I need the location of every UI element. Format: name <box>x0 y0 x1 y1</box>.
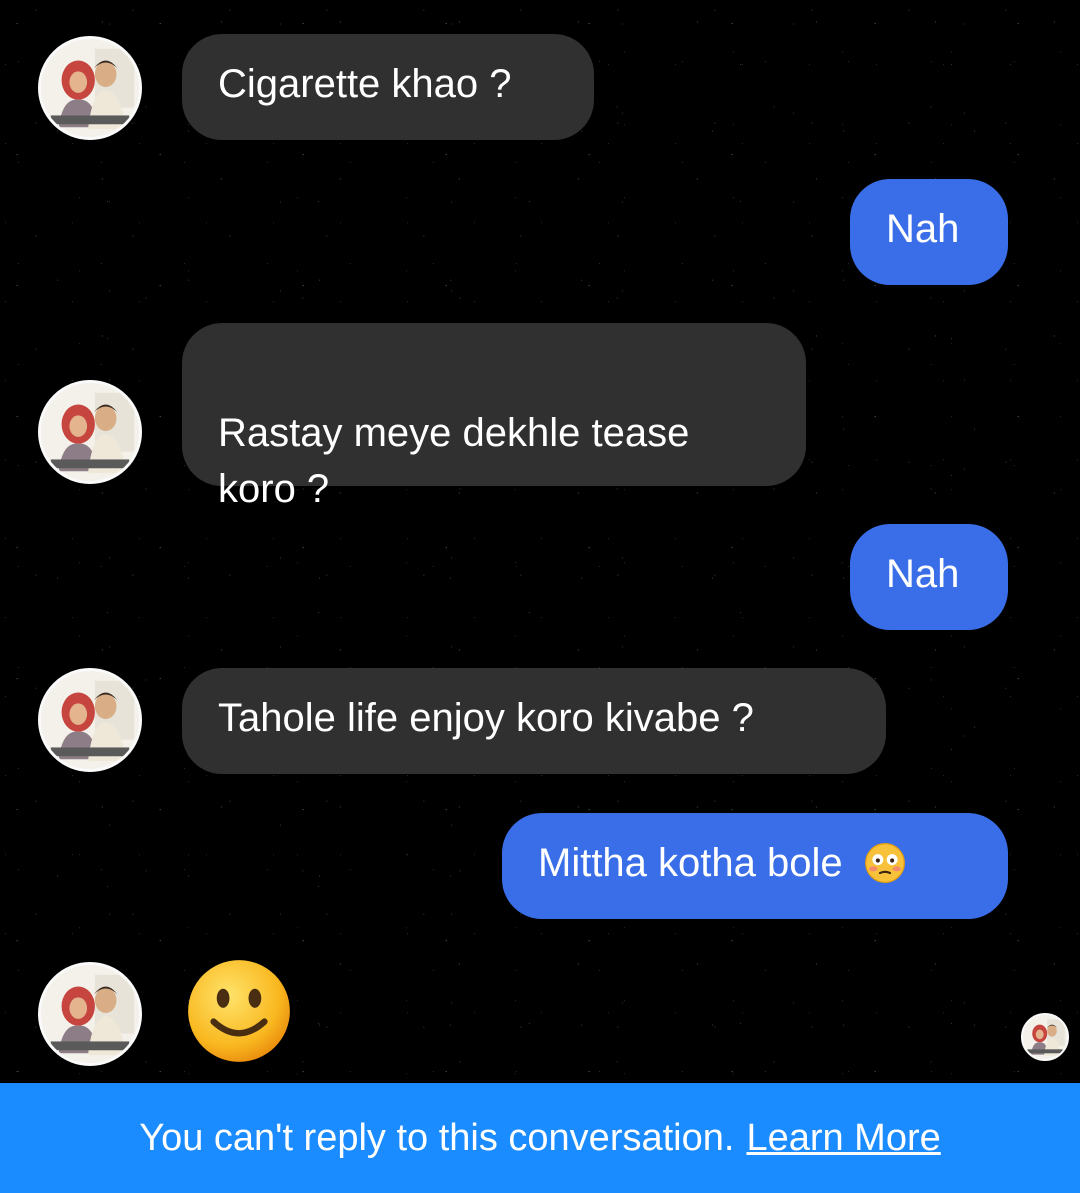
avatar-photo-icon <box>41 671 139 769</box>
outgoing-message-bubble[interactable]: Mittha kotha bole <box>502 813 1008 919</box>
outgoing-message-bubble[interactable]: Nah <box>850 179 1008 285</box>
learn-more-link[interactable]: Learn More <box>746 1117 940 1160</box>
contact-avatar[interactable] <box>38 36 142 140</box>
cannot-reply-notice: You can't reply to this conversation. <box>139 1116 735 1159</box>
cannot-reply-banner: You can't reply to this conversation. Le… <box>0 1083 1080 1193</box>
message-text: Nah <box>886 207 960 251</box>
incoming-message-bubble[interactable]: Tahole life enjoy koro kivabe ? <box>182 668 886 774</box>
message-text: Cigarette khao ? <box>218 62 512 106</box>
contact-avatar[interactable] <box>38 962 142 1066</box>
avatar-photo-icon <box>1023 1015 1067 1059</box>
avatar-photo-icon <box>41 39 139 137</box>
message-text: Tahole life enjoy koro kivabe ? <box>218 696 754 740</box>
slightly-smiling-face-icon[interactable] <box>186 958 292 1064</box>
avatar-photo-icon <box>41 383 139 481</box>
message-text: Nah <box>886 552 960 596</box>
outgoing-message-bubble[interactable]: Nah <box>850 524 1008 630</box>
flushed-face-icon <box>864 843 905 883</box>
contact-avatar[interactable] <box>38 380 142 484</box>
message-text: Rastay meye dekhle tease koro ? <box>218 411 690 511</box>
incoming-message-bubble[interactable]: Cigarette khao ? <box>182 34 594 140</box>
avatar-photo-icon <box>41 965 139 1063</box>
message-text: Mittha kotha bole <box>538 841 843 885</box>
contact-avatar[interactable] <box>38 668 142 772</box>
seen-receipt-avatar <box>1021 1013 1069 1061</box>
incoming-message-bubble[interactable]: Rastay meye dekhle tease koro ? <box>182 323 806 511</box>
